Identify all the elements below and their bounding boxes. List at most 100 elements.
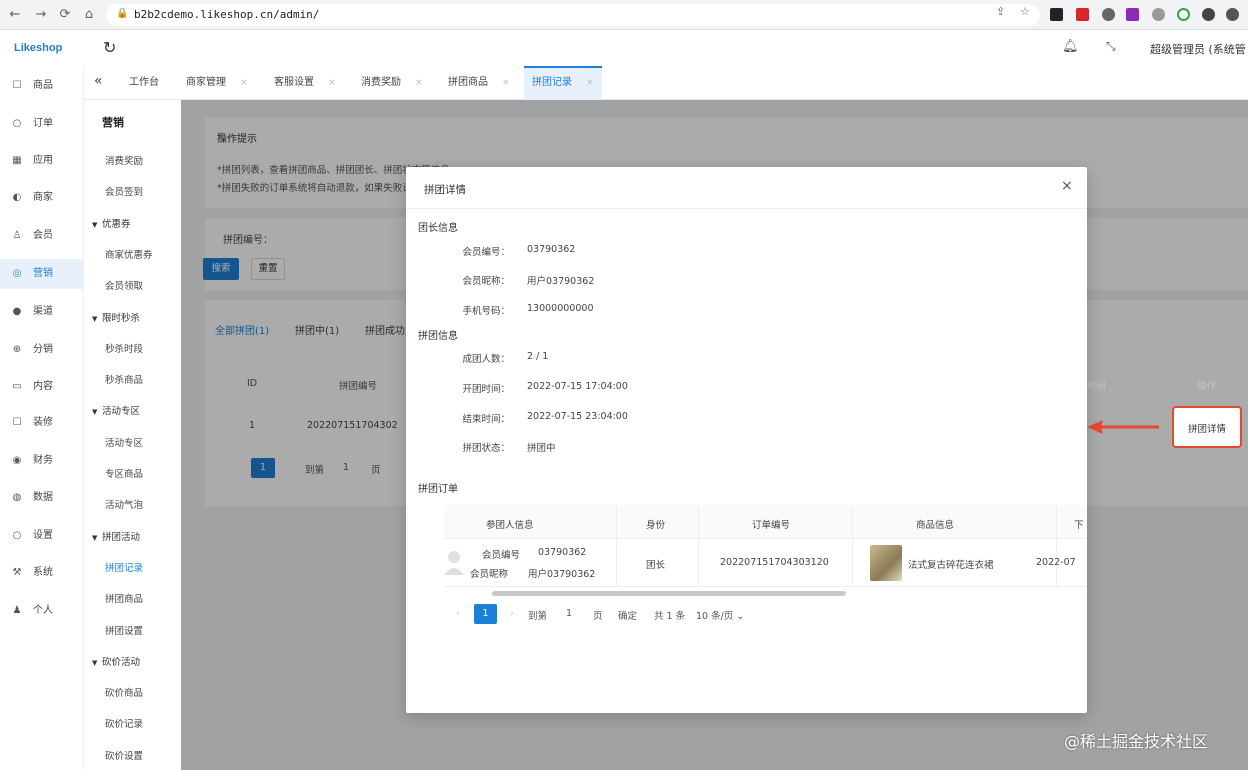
sidebar-item-label: 营销 [33, 268, 53, 279]
sidebar-item[interactable]: ▦ 应用 [0, 146, 84, 176]
nav-icon: ♙ [12, 230, 22, 241]
sidebar-item[interactable]: ♙ 会员 [0, 221, 84, 251]
sidebar-item[interactable]: ● 渠道 [0, 297, 84, 327]
order-no: 202207151704303120 [720, 557, 829, 568]
sub-nav-item[interactable]: 消费奖励 [84, 152, 181, 172]
role: 团长 [646, 560, 666, 571]
annotation-arrow [1087, 420, 1159, 434]
extension-icon[interactable] [1202, 8, 1215, 21]
sub-nav-item[interactable]: 活动专区 [84, 434, 181, 454]
app-header: Likeshop ↻ 🔔︎ ⤡ 超级管理员 (系统管 [0, 30, 1248, 66]
reload-icon[interactable]: ⟳ [56, 6, 74, 24]
sub-nav-group[interactable]: ▼ 优惠券 [84, 215, 181, 235]
address-bar[interactable]: 🔒 b2b2cdemo.likeshop.cn/admin/ [106, 4, 1040, 26]
back-icon[interactable]: ← [6, 6, 24, 24]
sub-nav-item[interactable]: 活动气泡 [84, 496, 181, 516]
sub-nav-item[interactable]: 会员签到 [84, 183, 181, 203]
page-input[interactable]: 1 [566, 608, 572, 619]
prev-page-icon[interactable]: ‹ [456, 608, 460, 619]
column-header: 身份 [646, 520, 666, 531]
extension-icon[interactable] [1152, 8, 1165, 21]
sub-nav-label: 活动气泡 [105, 500, 144, 511]
sub-nav-item[interactable]: 商家优惠券 [84, 246, 181, 266]
tab-workbench[interactable]: 工作台 [129, 66, 159, 100]
extension-icon[interactable] [1102, 8, 1115, 21]
confirm-button[interactable]: 确定 [618, 608, 637, 622]
sub-nav-item[interactable]: 拼团商品 [84, 590, 181, 610]
sidebar-item[interactable]: ◍ 数据 [0, 483, 84, 513]
tab-reward[interactable]: 消费奖励 × [361, 66, 423, 100]
divider [406, 208, 1087, 209]
group-detail-button[interactable]: 拼团详情 [1172, 406, 1242, 448]
sidebar-item[interactable]: ○ 订单 [0, 109, 84, 139]
extension-icon[interactable] [1050, 8, 1063, 21]
sub-nav-group[interactable]: ▼ 砍价活动 [84, 653, 181, 673]
tab-group-goods[interactable]: 拼团商品 × [448, 66, 510, 100]
sub-nav-group[interactable]: ▼ 限时秒杀 [84, 309, 181, 329]
sub-nav-item[interactable]: 会员领取 [84, 277, 181, 297]
sub-nav-item[interactable]: 砍价记录 [84, 715, 181, 735]
sub-sidebar-title: 营销 [102, 116, 124, 129]
collapse-sidebar-icon[interactable]: « [94, 73, 103, 89]
tab-service[interactable]: 客服设置 × [274, 66, 336, 100]
sub-nav-item[interactable]: 专区商品 [84, 465, 181, 485]
extension-icon[interactable] [1076, 8, 1089, 21]
chevron-down-icon: ▼ [92, 659, 98, 667]
tab-group-records[interactable]: 拼团记录 × [524, 66, 602, 100]
member-no: 03790362 [538, 547, 587, 558]
extension-icon[interactable] [1126, 8, 1139, 21]
sub-nav-item[interactable]: 拼团记录 [84, 559, 181, 579]
sidebar-item[interactable]: ◉ 财务 [0, 446, 84, 476]
orders-table-header: 参团人信息 身份 订单编号 商品信息 下 [444, 505, 1087, 539]
sub-nav-group[interactable]: ▼ 拼团活动 [84, 528, 181, 548]
profile-icon[interactable] [1226, 8, 1239, 21]
kv-value: 2 / 1 [527, 351, 549, 362]
bell-icon[interactable]: 🔔︎ [1062, 39, 1079, 54]
sidebar-item[interactable]: ☐ 装修 [0, 408, 84, 438]
sidebar-item[interactable]: ◎ 营销 [0, 259, 84, 289]
nav-icon: ◐ [12, 192, 22, 203]
fullscreen-icon[interactable]: ⤡ [1106, 39, 1116, 54]
sub-nav-label: 活动专区 [102, 406, 141, 417]
sub-nav-item[interactable]: 砍价设置 [84, 747, 181, 767]
sidebar-item[interactable]: ☐ 商品 [0, 71, 84, 101]
sidebar-item[interactable]: ◐ 商家 [0, 183, 84, 213]
sidebar-item-label: 商家 [33, 192, 53, 203]
sub-nav-item[interactable]: 秒杀时段 [84, 340, 181, 360]
watermark: @稀土掘金技术社区 [1064, 732, 1209, 751]
refresh-icon[interactable]: ↻ [103, 38, 116, 57]
chevron-down-icon: ▼ [92, 315, 98, 323]
nav-icon: ⚒ [12, 567, 22, 578]
nav-icon: ○ [12, 118, 22, 129]
sidebar-item[interactable]: ⚒ 系统 [0, 558, 84, 588]
tab-merchant[interactable]: 商家管理 × [186, 66, 248, 100]
sub-nav-item[interactable]: 砍价商品 [84, 684, 181, 704]
sub-nav-label: 会员签到 [105, 187, 144, 198]
browser-toolbar: ← → ⟳ ⌂ 🔒 b2b2cdemo.likeshop.cn/admin/ ⇪… [0, 0, 1248, 30]
page-current[interactable]: 1 [474, 604, 497, 624]
sub-nav-item[interactable]: 拼团设置 [84, 622, 181, 642]
horizontal-scrollbar[interactable] [492, 591, 846, 596]
sub-nav-label: 拼团设置 [105, 626, 144, 637]
logo: Likeshop [14, 42, 63, 54]
sub-nav-label: 砍价记录 [105, 719, 144, 730]
forward-icon[interactable]: → [32, 6, 50, 24]
user-name[interactable]: 超级管理员 (系统管 [1150, 41, 1246, 57]
sub-nav-item[interactable]: 秒杀商品 [84, 371, 181, 391]
sidebar-item[interactable]: ⊕ 分销 [0, 335, 84, 365]
close-icon[interactable]: × [1061, 178, 1073, 194]
column-header: 操作 [1197, 381, 1217, 392]
sidebar-item[interactable]: ♟ 个人 [0, 596, 84, 626]
sidebar-item[interactable]: ▭ 内容 [0, 372, 84, 402]
sidebar-item[interactable]: ○ 设置 [0, 521, 84, 551]
sub-nav-group[interactable]: ▼ 活动专区 [84, 402, 181, 422]
extension-icon[interactable] [1177, 8, 1190, 21]
nav-icon: ⊕ [12, 344, 22, 355]
home-icon[interactable]: ⌂ [80, 6, 98, 24]
next-page-icon[interactable]: › [510, 608, 514, 619]
section-leader-title: 团长信息 [418, 223, 458, 234]
page-size-select[interactable]: 10 条/页 ⌄ [696, 608, 744, 622]
share-icon[interactable]: ⇪ [996, 5, 1019, 18]
star-icon[interactable]: ☆ [1020, 5, 1044, 18]
kv-label: 手机号码： [462, 306, 510, 317]
